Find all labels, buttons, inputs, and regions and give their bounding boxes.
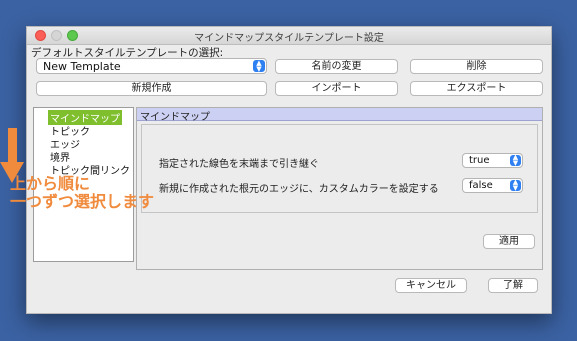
template-select[interactable]: New Template ▲ ▼ xyxy=(36,58,267,74)
panel-title: マインドマップ xyxy=(140,112,210,123)
annotation-text: 上から順に 一つずつ選択します xyxy=(10,175,154,211)
custom-root-edge-color-value: false xyxy=(469,180,493,191)
annotation-line-2: 一つずつ選択します xyxy=(10,192,155,211)
ok-button[interactable]: 了解 xyxy=(488,278,538,293)
custom-root-edge-color-label: 新規に作成された根元のエッジに、カスタムカラーを設定する xyxy=(159,184,439,195)
options-box: 指定された線色を末端まで引き継ぐ true ▲ ▼ 新規に作成された根元のエッジに… xyxy=(141,124,538,213)
select-arrows-icon: ▲ ▼ xyxy=(510,179,521,191)
inherit-color-value: true xyxy=(469,155,490,166)
rename-button[interactable]: 名前の変更 xyxy=(275,59,398,74)
cancel-button[interactable]: キャンセル xyxy=(395,278,467,293)
select-arrows-icon: ▲ ▼ xyxy=(510,154,521,166)
style-template-dialog: マインドマップスタイルテンプレート設定 デフォルトスタイルテンプレートの選択: … xyxy=(26,26,552,314)
import-button[interactable]: インポート xyxy=(275,81,398,96)
window-title: マインドマップスタイルテンプレート設定 xyxy=(194,33,384,44)
inherit-color-select[interactable]: true ▲ ▼ xyxy=(462,153,523,168)
export-button[interactable]: エクスポート xyxy=(410,81,543,96)
inherit-color-label: 指定された線色を末端まで引き継ぐ xyxy=(159,159,319,170)
delete-button[interactable]: 削除 xyxy=(410,59,543,74)
settings-panel: マインドマップ 指定された線色を末端まで引き継ぐ true ▲ ▼ 新規に作成され… xyxy=(136,107,543,270)
select-arrows-icon: ▲ ▼ xyxy=(253,60,265,73)
apply-button[interactable]: 適用 xyxy=(483,234,535,249)
annotation-line-1: 上から順に xyxy=(10,174,91,193)
template-select-value: New Template xyxy=(43,60,121,73)
title-bar: マインドマップスタイルテンプレート設定 xyxy=(27,27,551,45)
custom-root-edge-color-select[interactable]: false ▲ ▼ xyxy=(462,178,523,193)
new-template-button[interactable]: 新規作成 xyxy=(36,81,267,96)
panel-header: マインドマップ xyxy=(137,108,542,123)
